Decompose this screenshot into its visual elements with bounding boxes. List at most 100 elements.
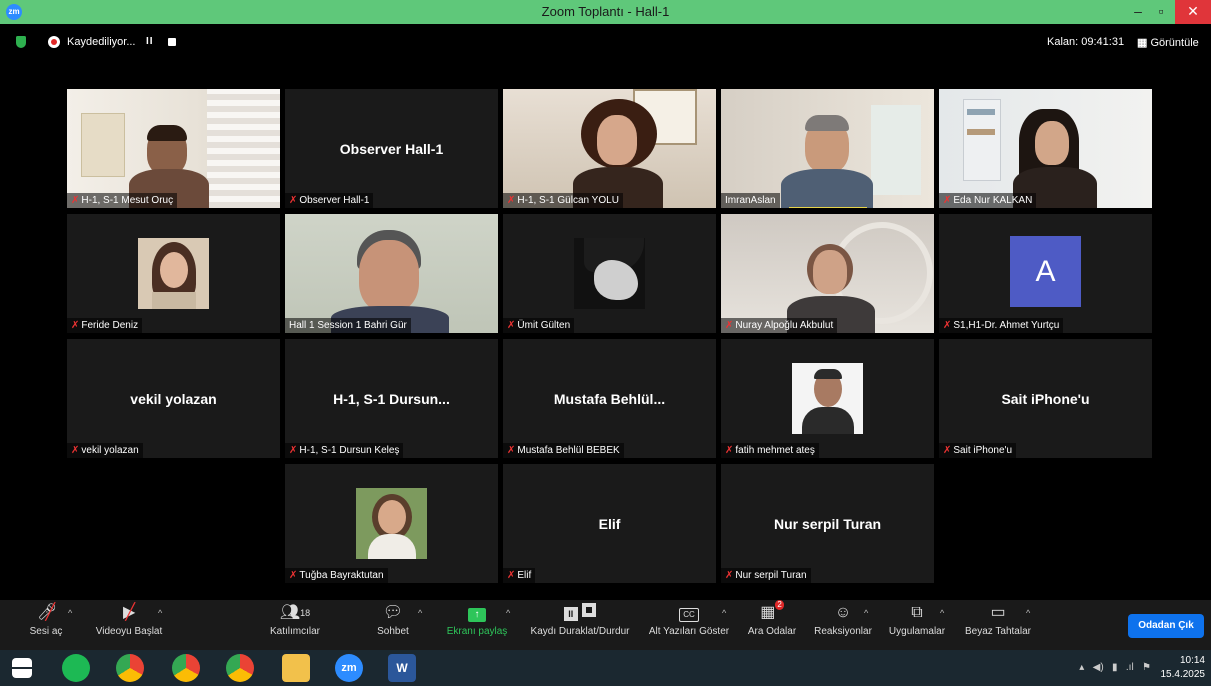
participant-tile[interactable]: ✗ Eda Nur KALKAN [939, 89, 1152, 208]
mic-muted-icon: ✗ [507, 195, 516, 206]
mic-muted-icon: ✗ [507, 445, 516, 456]
participant-tile[interactable]: ✗ Tuğba Bayraktutan [285, 464, 498, 583]
video-options-button[interactable]: ^ [156, 600, 168, 650]
mic-muted-icon: ✗ [71, 195, 80, 206]
system-tray[interactable]: ▴ ◀) ▮ .ıl ⚑ [1079, 662, 1151, 673]
share-screen-button[interactable]: ↑ Ekranı paylaş [444, 600, 510, 650]
pause-recording-button[interactable]: II [146, 36, 154, 47]
participant-name: ✗ H-1, S-1 Dursun Keleş [285, 443, 404, 458]
participant-tile[interactable]: ✗ H-1, S-1 Mesut Oruç [67, 89, 280, 208]
window-titlebar: zm Zoom Toplantı - Hall-1 – ▫ ✕ [0, 0, 1211, 24]
participant-center-name: Mustafa Behlül... [553, 391, 666, 407]
participant-name: ✗ Mustafa Behlül BEBEK [503, 443, 624, 458]
participant-name: ✗ Sait iPhone'u [939, 443, 1017, 458]
profile-photo [356, 488, 427, 559]
closed-captions-icon: CC [679, 608, 699, 622]
grid-icon: ▦ [1137, 37, 1148, 49]
participant-tile[interactable]: ImranAslan [721, 89, 934, 208]
spotify-icon[interactable] [62, 654, 90, 682]
mic-muted-icon: ✗ [289, 570, 298, 581]
record-icon [48, 36, 60, 48]
chevron-up-icon: ^ [68, 608, 73, 618]
audio-options-button[interactable]: ^ [66, 600, 78, 650]
file-explorer-icon[interactable] [282, 654, 310, 682]
word-icon[interactable]: W [388, 654, 416, 682]
mic-muted-icon: ✗ [507, 570, 516, 581]
signal-icon[interactable]: .ıl [1126, 662, 1134, 673]
stop-icon [582, 603, 597, 617]
close-button[interactable]: ✕ [1175, 0, 1211, 24]
participant-tile[interactable]: Observer Hall-1 ✗ Observer Hall-1 [285, 89, 498, 208]
mic-muted-icon: ✗ [507, 320, 516, 331]
mic-muted-icon: ✗ [725, 570, 734, 581]
apps-options-button[interactable]: ^ [938, 600, 950, 650]
participant-tile[interactable]: ✗ fatih mehmet ateş [721, 339, 934, 458]
unmute-button[interactable]: 🎤︎╱ Sesi aç [26, 600, 66, 650]
participant-center-name: H-1, S-1 Dursun... [333, 391, 450, 407]
participant-name: ✗ Feride Deniz [67, 318, 143, 333]
stop-recording-button[interactable] [168, 38, 176, 46]
pause-icon: II [563, 607, 578, 621]
mic-muted-icon: ✗ [943, 320, 952, 331]
participant-tile[interactable]: A ✗ S1,H1-Dr. Ahmet Yurtçu [939, 214, 1152, 333]
participant-tile[interactable]: Mustafa Behlül... ✗ Mustafa Behlül BEBEK [503, 339, 716, 458]
chrome-profile-icon[interactable] [172, 654, 200, 682]
chevron-up-icon: ^ [864, 608, 869, 618]
network-icon[interactable]: ▮ [1112, 662, 1118, 673]
captions-options-button[interactable]: ^ [720, 600, 732, 650]
participant-tile[interactable]: ✗ H-1, S-1 Gülcan YOLU [503, 89, 716, 208]
profile-photo [574, 238, 645, 309]
participant-tile[interactable]: Elif ✗ Elif [503, 464, 716, 583]
participant-tile[interactable]: Sait iPhone'u ✗ Sait iPhone'u [939, 339, 1152, 458]
share-options-button[interactable]: ^ [504, 600, 516, 650]
participant-tile[interactable]: vekil yolazan ✗ vekil yolazan [67, 339, 280, 458]
breakout-rooms-button[interactable]: ▦ 2 Ara Odalar [744, 600, 800, 650]
chrome-icon[interactable] [116, 654, 144, 682]
view-button[interactable]: ▦ Görüntüle [1137, 36, 1199, 49]
clock[interactable]: 10:14 15.4.2025 [1161, 654, 1206, 682]
leave-meeting-button[interactable]: Odadan Çık [1128, 614, 1204, 638]
participant-tile-active-speaker[interactable]: Hall 1 Session 1 Bahri Gür [285, 214, 498, 333]
participant-name: ✗ fatih mehmet ateş [721, 443, 819, 458]
whiteboard-options-button[interactable]: ^ [1024, 600, 1036, 650]
chat-options-button[interactable]: ^ [416, 600, 428, 650]
participant-name: ✗ vekil yolazan [67, 443, 143, 458]
recording-bar: Kaydediliyor... II Kalan: 09:41:31 ▦ Gör… [0, 24, 1211, 62]
chrome-profile-2-icon[interactable] [226, 654, 254, 682]
participant-name: ✗ Elif [503, 568, 536, 583]
shield-icon[interactable] [16, 36, 26, 48]
mic-muted-icon: ✗ [71, 445, 80, 456]
flag-icon[interactable]: ⚑ [1142, 662, 1151, 673]
reactions-options-button[interactable]: ^ [862, 600, 874, 650]
volume-icon[interactable]: ◀) [1093, 662, 1104, 673]
notification-badge: 2 [775, 600, 784, 610]
participant-center-name: Nur serpil Turan [773, 516, 882, 532]
mic-off-icon: 🎤︎╱ [37, 604, 58, 621]
chevron-up-icon[interactable]: ▴ [1079, 662, 1084, 673]
mic-muted-icon: ✗ [725, 445, 734, 456]
maximize-button[interactable]: ▫ [1145, 0, 1177, 24]
mic-muted-icon: ✗ [725, 320, 734, 331]
chat-bubble-icon: 💬︎ [382, 604, 404, 621]
participant-tile[interactable]: H-1, S-1 Dursun... ✗ H-1, S-1 Dursun Kele… [285, 339, 498, 458]
mic-muted-icon: ✗ [289, 195, 298, 206]
chevron-up-icon: ^ [722, 608, 727, 618]
participant-tile[interactable]: ✗ Nuray Alpoğlu Akbulut [721, 214, 934, 333]
zoom-taskbar-icon[interactable]: zm [335, 654, 363, 682]
participant-tile[interactable]: Nur serpil Turan ✗ Nur serpil Turan [721, 464, 934, 583]
mic-muted-icon: ✗ [71, 320, 80, 331]
clock-time: 10:14 [1179, 655, 1205, 666]
participants-button[interactable]: 👥︎18 Katılımcılar [262, 600, 328, 650]
chevron-up-icon: ^ [1026, 608, 1031, 618]
participant-name: ✗ Tuğba Bayraktutan [285, 568, 388, 583]
pause-stop-recording-button[interactable]: II Kaydı Duraklat/Durdur [524, 600, 636, 650]
participant-center-name: Elif [598, 516, 621, 532]
people-icon: 👥︎ [279, 604, 301, 621]
chevron-up-icon: ^ [418, 608, 423, 618]
profile-photo [138, 238, 209, 309]
windows-start-icon[interactable] [12, 658, 32, 678]
chevron-up-icon: ^ [506, 608, 511, 618]
participant-tile[interactable]: ✗ Ümit Gülten [503, 214, 716, 333]
chat-button[interactable]: 💬︎ Sohbet [370, 600, 416, 650]
participant-tile[interactable]: ✗ Feride Deniz [67, 214, 280, 333]
